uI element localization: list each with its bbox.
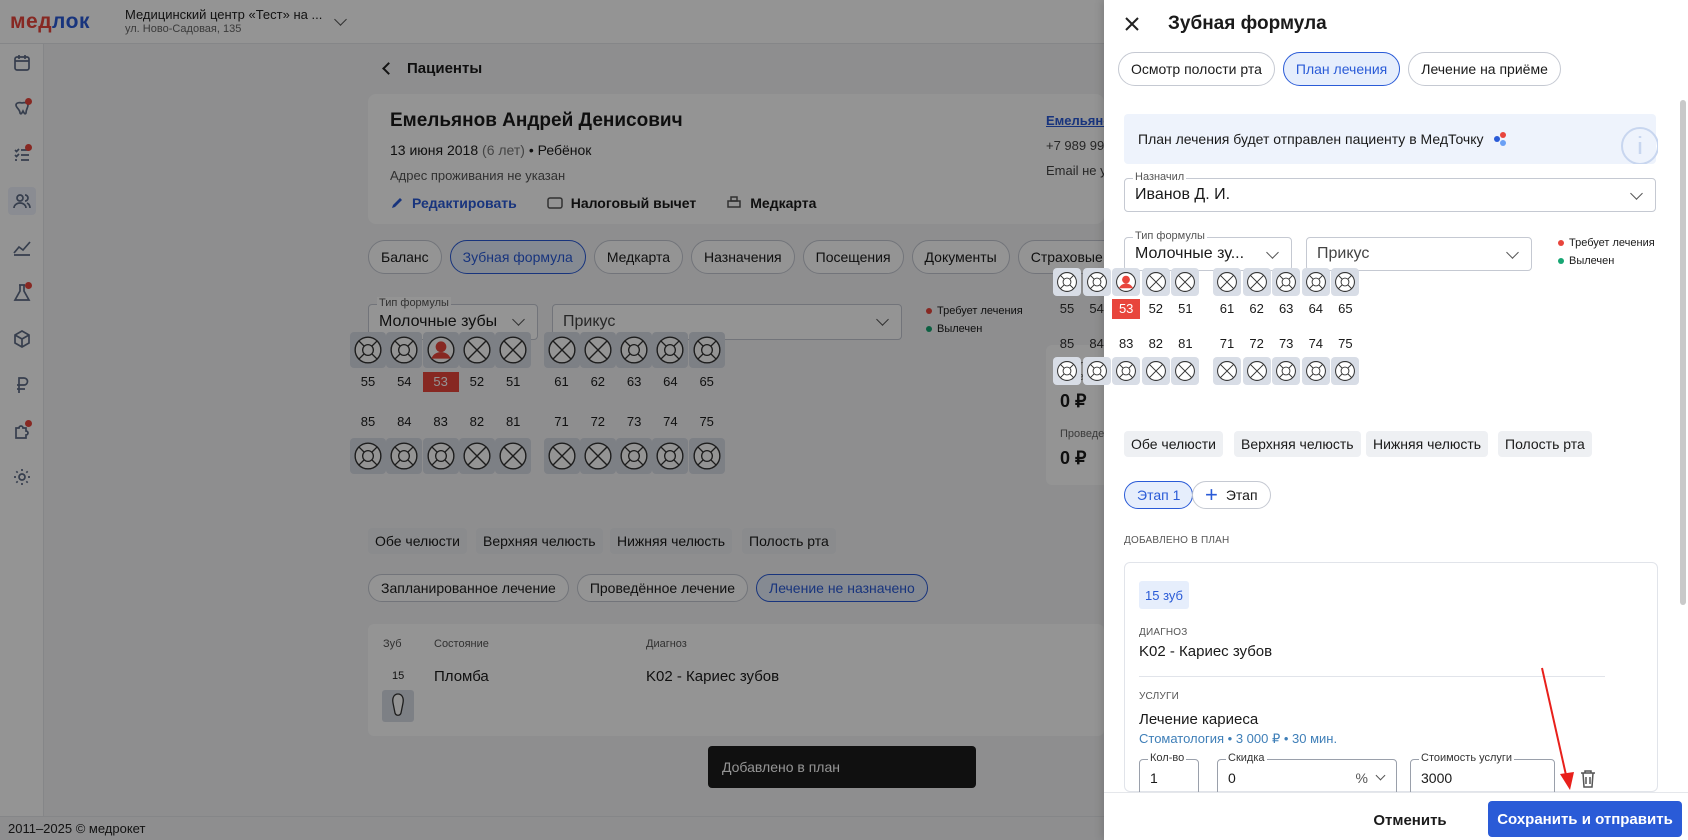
diag-label: ДИАГНОЗ (1139, 627, 1188, 638)
tooth-75[interactable] (1331, 357, 1360, 385)
panel-jaw-tag-upper[interactable]: Верхняя челюсть (1234, 431, 1361, 457)
tooth-number: 81 (1178, 336, 1193, 351)
panel-title: Зубная формула (1168, 13, 1327, 34)
tooth-icon (1086, 272, 1107, 292)
medtochka-logo-icon (1493, 132, 1506, 146)
tooth-icon (1057, 361, 1077, 381)
info-icon (1621, 127, 1658, 164)
tooth-73[interactable] (1272, 357, 1301, 385)
tooth-81[interactable] (1171, 357, 1200, 385)
tooth-missing-icon (1175, 361, 1196, 381)
trash-icon[interactable] (1579, 769, 1597, 789)
tooth-number: 82 (1148, 336, 1164, 351)
tooth-needs-treatment-icon (1116, 272, 1137, 292)
tooth-missing-icon (1217, 361, 1237, 381)
tooth-63[interactable] (1272, 268, 1301, 296)
panel-formula-type-select[interactable]: Тип формулы Молочные зу... (1124, 230, 1292, 271)
tooth-51[interactable] (1171, 268, 1200, 296)
plus-icon: + (1205, 482, 1218, 507)
tooth-missing-icon (1246, 272, 1267, 292)
tooth-number: 54 (1089, 301, 1104, 316)
tooth-number: 75 (1338, 336, 1353, 351)
tooth-53[interactable] (1112, 268, 1141, 296)
modal-overlay[interactable] (0, 0, 1104, 840)
panel-legend: Требует лечения Вылечен (1558, 234, 1655, 270)
panel-jaw-tag-mouth[interactable]: Полость рта (1498, 431, 1592, 457)
tooth-missing-icon (1145, 272, 1166, 292)
tooth-missing-icon (1145, 361, 1166, 381)
tooth-number: 73 (1278, 336, 1294, 351)
tab-treatment-visit[interactable]: Лечение на приёме (1408, 52, 1561, 86)
tooth-icon (1305, 361, 1326, 381)
tooth-85[interactable] (1053, 357, 1081, 385)
tooth-missing-icon (1217, 272, 1237, 292)
tooth-number: 63 (1278, 301, 1294, 316)
tooth-icon (1335, 361, 1356, 381)
assigned-select[interactable]: Назначил Иванов Д. И. (1124, 171, 1656, 212)
tooth-icon (1276, 272, 1297, 292)
tooth-84[interactable] (1082, 357, 1111, 385)
service-name: Лечение кариеса (1139, 711, 1259, 728)
tab-treatment-plan[interactable]: План лечения (1282, 52, 1401, 86)
tooth-number: 62 (1249, 301, 1264, 316)
info-banner: План лечения будет отправлен пациенту в … (1124, 114, 1658, 164)
tooth-number: 55 (1059, 301, 1075, 316)
tooth-number: 64 (1308, 301, 1324, 316)
tooth-82[interactable] (1141, 357, 1170, 385)
tooth-number: 74 (1308, 336, 1324, 351)
close-icon[interactable] (1122, 14, 1142, 34)
tooth-62[interactable] (1242, 268, 1271, 296)
tooth-icon (1057, 272, 1077, 292)
tooth-52[interactable] (1141, 268, 1170, 296)
tooth-number: 52 (1148, 301, 1164, 316)
tooth-71[interactable] (1213, 357, 1241, 385)
save-and-send-button[interactable]: Сохранить и отправить (1488, 801, 1682, 837)
app-root: медлок Медицинский центр «Тест» на ... у… (0, 0, 1688, 840)
tooth-missing-icon (1175, 272, 1196, 292)
tooth-55[interactable] (1053, 268, 1081, 296)
tooth-number: 65 (1338, 301, 1353, 316)
stage-1-button[interactable]: Этап 1 (1124, 481, 1194, 509)
tooth-icon (1305, 272, 1326, 292)
tooth-61[interactable] (1213, 268, 1241, 296)
tooth-number: 71 (1219, 336, 1235, 351)
tooth-number: 51 (1178, 301, 1193, 316)
tab-oral-exam[interactable]: Осмотр полости рта (1118, 52, 1275, 86)
tooth-number: 53 (1112, 299, 1141, 319)
tooth-74[interactable] (1301, 357, 1330, 385)
tooth-icon (1276, 361, 1297, 381)
cancel-button[interactable]: Отменить (1360, 803, 1460, 837)
tooth-icon (1335, 272, 1356, 292)
tooth-number: 72 (1249, 336, 1264, 351)
panel-tabs: Осмотр полости рта План лечения Лечение … (1118, 52, 1561, 86)
scrollbar[interactable] (1680, 100, 1686, 605)
tooth-missing-icon (1246, 361, 1267, 381)
add-stage-button[interactable]: + Этап (1192, 481, 1271, 509)
tooth-number: 83 (1118, 336, 1134, 351)
tooth-number: 61 (1219, 301, 1235, 316)
services-label: УСЛУГИ (1139, 691, 1179, 702)
tooth-badge: 15 зуб (1139, 581, 1189, 609)
service-meta: Стоматология • 3 000 ₽ • 30 мин. (1139, 731, 1338, 746)
tooth-64[interactable] (1301, 268, 1330, 296)
dental-formula-panel: Зубная формула Осмотр полости рта План л… (1053, 0, 1688, 840)
tooth-number: 84 (1089, 336, 1104, 351)
tooth-72[interactable] (1242, 357, 1271, 385)
action-bar: Отменить Сохранить и отправить (1104, 792, 1688, 840)
panel-jaw-tag-lower[interactable]: Нижняя челюсть (1366, 431, 1489, 457)
tooth-number: 85 (1059, 336, 1075, 351)
annotation-arrow-icon (1541, 667, 1574, 790)
tooth-83[interactable] (1112, 357, 1141, 385)
tooth-icon (1116, 361, 1137, 381)
added-label: ДОБАВЛЕНО В ПЛАН (1124, 535, 1230, 546)
diag-value: K02 - Кариес зубов (1139, 643, 1273, 660)
tooth-icon (1086, 361, 1107, 381)
tooth-54[interactable] (1082, 268, 1111, 296)
tooth-65[interactable] (1331, 268, 1360, 296)
panel-bite-select[interactable]: Прикус (1306, 237, 1532, 271)
panel-jaw-tag-both[interactable]: Обе челюсти (1124, 431, 1223, 457)
